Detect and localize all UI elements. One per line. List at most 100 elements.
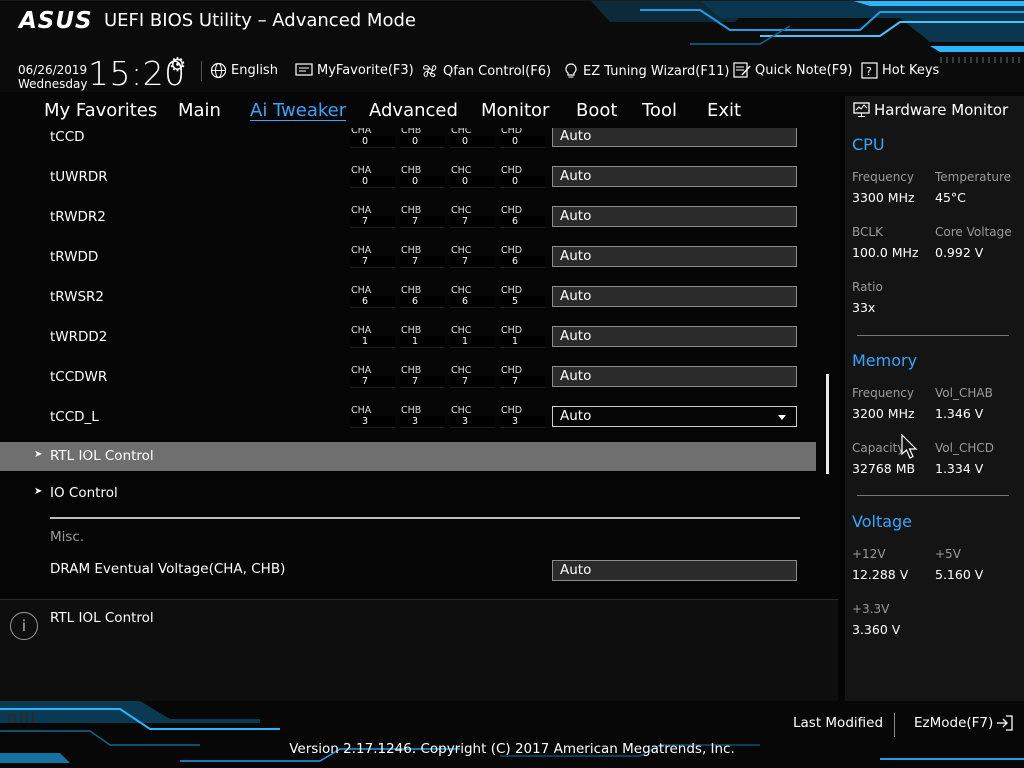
channel-number: 0 xyxy=(500,136,545,148)
qfan-control-button[interactable]: Qfan Control(F6) xyxy=(421,62,551,80)
expand-arrow-icon: ➤ xyxy=(34,449,43,460)
channel-name: CHD xyxy=(501,365,523,376)
channel-value-chb: CHB 3 xyxy=(400,405,445,429)
setting-value-select[interactable]: Auto xyxy=(552,166,797,187)
ezmode-button[interactable]: EzMode(F7) xyxy=(914,715,1014,731)
setting-row-trwdr2[interactable]: tRWDR2 CHA 7 CHB 7 CHC 7 CHD 6 Auto xyxy=(0,204,820,244)
channel-number: 1 xyxy=(400,336,445,348)
channel-value-chb: CHB 7 xyxy=(400,365,445,389)
channel-name: CHC xyxy=(451,128,472,136)
tab-ai-tweaker[interactable]: Ai Tweaker xyxy=(250,100,346,121)
capacity-value: 32768 MB xyxy=(852,461,916,476)
setting-label: tRWDD xyxy=(50,249,99,265)
channel-name: CHA xyxy=(351,325,372,336)
app-title: UEFI BIOS Utility – Advanced Mode xyxy=(104,10,416,31)
tab-monitor[interactable]: Monitor xyxy=(481,100,549,121)
setting-row-tccd[interactable]: tCCD CHA 0 CHB 0 CHC 0 CHD 0 Auto xyxy=(0,128,820,164)
setting-value-select[interactable]: Auto xyxy=(552,286,797,307)
hot-keys-button[interactable]: ? Hot Keys xyxy=(861,62,939,79)
help-text: RTL IOL Control xyxy=(50,610,154,626)
setting-label: tRWSR2 xyxy=(50,289,105,305)
mem-frequency-label: Frequency xyxy=(852,386,914,400)
setting-value-select[interactable]: Auto xyxy=(552,206,797,227)
dram-voltage-input[interactable]: Auto xyxy=(552,560,797,581)
tab-my-favorites[interactable]: My Favorites xyxy=(44,100,157,121)
channel-number: 1 xyxy=(450,336,495,348)
channel-value-cha: CHA 3 xyxy=(350,405,395,429)
section-divider xyxy=(50,517,800,519)
submenu-io-control[interactable]: ➤ IO Control xyxy=(0,479,816,508)
setting-row-twrdd2[interactable]: tWRDD2 CHA 1 CHB 1 CHC 1 CHD 1 Auto xyxy=(0,324,820,364)
channel-number: 7 xyxy=(350,376,395,388)
channel-name: CHD xyxy=(501,165,523,176)
setting-label: tWRDD2 xyxy=(50,329,108,345)
setting-label: tUWRDR xyxy=(50,169,108,185)
setting-value-select[interactable]: Auto xyxy=(552,246,797,267)
channel-number: 0 xyxy=(450,176,495,188)
channel-number: 0 xyxy=(450,136,495,148)
hw-divider xyxy=(857,335,1009,336)
channel-number: 0 xyxy=(400,136,445,148)
main-tabs: My Favorites Main Ai Tweaker Advanced Mo… xyxy=(0,96,840,126)
header: ASUS UEFI BIOS Utility – Advanced Mode 0… xyxy=(0,0,1024,92)
tab-exit[interactable]: Exit xyxy=(707,100,741,121)
tab-main[interactable]: Main xyxy=(178,100,221,121)
setting-row-trwdd[interactable]: tRWDD CHA 7 CHB 7 CHC 7 CHD 6 Auto xyxy=(0,244,820,284)
asus-logo: ASUS xyxy=(19,8,93,34)
setting-value-select[interactable]: Auto xyxy=(552,406,797,427)
channel-value-chc: CHC 0 xyxy=(450,165,495,189)
info-icon: i xyxy=(10,612,38,640)
fan-icon xyxy=(423,65,437,77)
language-button[interactable]: English xyxy=(210,62,278,79)
scrollbar-thumb[interactable] xyxy=(826,374,829,474)
ez-tuning-label: EZ Tuning Wizard(F11) xyxy=(583,63,730,79)
channel-name: CHC xyxy=(451,325,472,336)
myfavorite-button[interactable]: MyFavorite(F3) xyxy=(295,62,414,78)
channel-value-chd: CHD 3 xyxy=(500,405,545,429)
channel-value-cha: CHA 7 xyxy=(350,245,395,269)
setting-value-select[interactable]: Auto xyxy=(552,366,797,387)
channel-name: CHD xyxy=(501,325,523,336)
channel-number: 6 xyxy=(500,256,545,268)
channel-number: 6 xyxy=(350,296,395,308)
footer-circuit-decoration xyxy=(0,701,1024,763)
last-modified-button[interactable]: Last Modified xyxy=(793,715,883,731)
channel-name: CHB xyxy=(401,165,422,176)
channel-number: 0 xyxy=(350,136,395,148)
channel-number: 7 xyxy=(450,256,495,268)
v12-label: +12V xyxy=(852,547,886,561)
setting-row-tccd-l[interactable]: tCCD_L CHA 3 CHB 3 CHC 3 CHD 3 Auto xyxy=(0,404,820,444)
channel-value-chb: CHB 6 xyxy=(400,285,445,309)
ezmode-label: EzMode(F7) xyxy=(914,715,994,731)
quick-note-label: Quick Note(F9) xyxy=(755,63,853,78)
quick-note-button[interactable]: Quick Note(F9) xyxy=(733,62,853,79)
channel-value-cha: CHA 6 xyxy=(350,285,395,309)
setting-row-tccdwr[interactable]: tCCDWR CHA 7 CHB 7 CHC 7 CHD 7 Auto xyxy=(0,364,820,404)
exit-arrow-icon xyxy=(997,715,1013,731)
setting-value-select[interactable]: Auto xyxy=(552,128,797,147)
channel-name: CHA xyxy=(351,405,372,416)
setting-value-select[interactable]: Auto xyxy=(552,326,797,347)
tab-advanced[interactable]: Advanced xyxy=(369,100,458,121)
setting-value-text: Auto xyxy=(560,208,592,224)
setting-row-dram-voltage[interactable]: DRAM Eventual Voltage(CHA, CHB) Auto xyxy=(0,558,820,591)
setting-row-tuwrdr[interactable]: tUWRDR CHA 0 CHB 0 CHC 0 CHD 0 Auto xyxy=(0,164,820,204)
channel-value-chd: CHD 6 xyxy=(500,205,545,229)
ez-tuning-wizard-button[interactable]: EZ Tuning Wizard(F11) xyxy=(563,62,729,80)
channel-value-cha: CHA 0 xyxy=(350,165,395,189)
tab-boot[interactable]: Boot xyxy=(576,100,617,121)
bclk-label: BCLK xyxy=(852,225,883,239)
submenu-rtl-iol-control[interactable]: ➤ RTL IOL Control xyxy=(0,442,816,471)
gear-icon[interactable]: ⚙ xyxy=(169,54,186,76)
channel-value-chc: CHC 7 xyxy=(450,365,495,389)
tab-tool[interactable]: Tool xyxy=(642,100,677,121)
setting-value-text: Auto xyxy=(560,328,592,344)
channel-name: CHA xyxy=(351,245,372,256)
channel-name: CHC xyxy=(451,245,472,256)
channel-number: 7 xyxy=(400,256,445,268)
channel-name: CHC xyxy=(451,165,472,176)
submenu-label: IO Control xyxy=(50,485,118,501)
hardware-monitor-panel: Hardware Monitor CPU Frequency 3300 MHz … xyxy=(845,96,1024,701)
setting-row-trwsr2[interactable]: tRWSR2 CHA 6 CHB 6 CHC 6 CHD 5 Auto xyxy=(0,284,820,324)
channel-name: CHC xyxy=(451,205,472,216)
